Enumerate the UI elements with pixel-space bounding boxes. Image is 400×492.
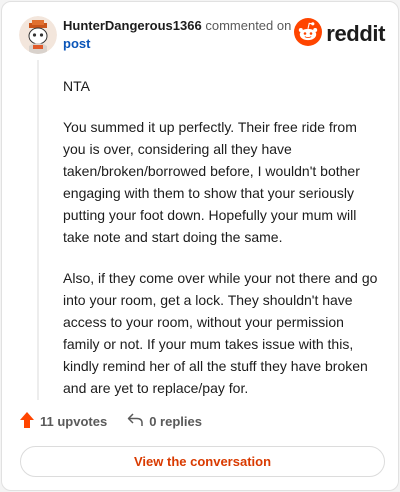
upvote-arrow-icon	[20, 411, 34, 431]
comment-paragraph: NTA	[63, 78, 90, 94]
post-link[interactable]: post	[63, 36, 90, 51]
comment-paragraph: Also, if they come over while your not t…	[63, 270, 378, 396]
reply-arrow-icon	[127, 412, 143, 430]
comment-body: NTA You summed it up perfectly. Their fr…	[63, 75, 381, 418]
comment-meta: HunterDangerous1366 commented on post	[63, 17, 303, 53]
comment-header: HunterDangerous1366 commented on post re…	[19, 16, 385, 56]
upvote-count: 11 upvotes	[40, 413, 108, 429]
reply-count: 0 replies	[149, 413, 202, 429]
reddit-brand[interactable]: reddit	[294, 17, 385, 51]
comment-paragraph: You summed it up perfectly. Their free r…	[63, 119, 360, 245]
thread-line	[37, 60, 39, 400]
comment-card: HunterDangerous1366 commented on post re…	[1, 1, 399, 491]
upvote-stat[interactable]: 11 upvotes	[20, 411, 108, 431]
action-text: commented on	[205, 18, 292, 33]
view-conversation-button[interactable]: View the conversation	[20, 446, 385, 477]
user-avatar[interactable]	[19, 16, 57, 54]
username[interactable]: HunterDangerous1366	[63, 18, 202, 33]
reply-stat[interactable]: 0 replies	[127, 412, 202, 430]
reddit-snoo-icon	[294, 17, 323, 51]
reddit-wordmark: reddit	[326, 21, 385, 46]
comment-stats: 11 upvotes 0 replies	[20, 410, 202, 432]
